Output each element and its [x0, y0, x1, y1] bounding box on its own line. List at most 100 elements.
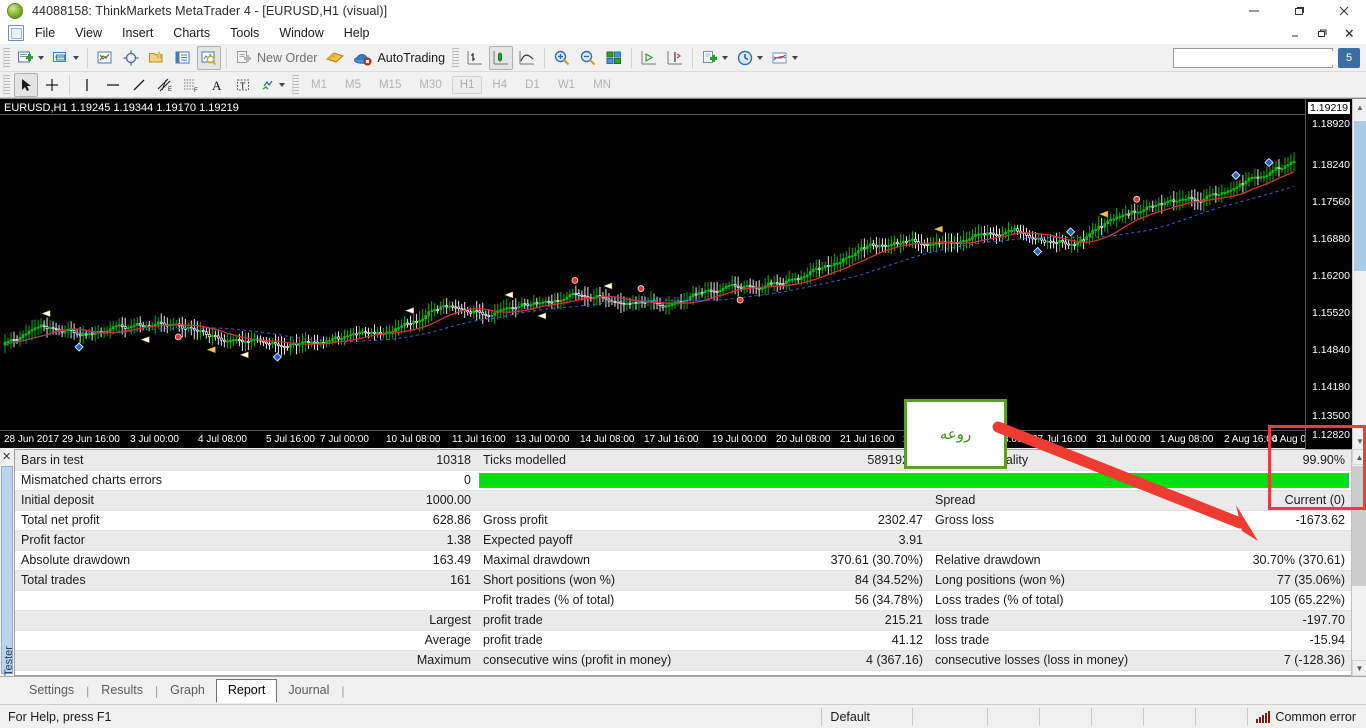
- chart-vertical-scrollbar[interactable]: ▲ ▼: [1352, 99, 1366, 449]
- maximize-button[interactable]: [1276, 0, 1321, 22]
- tab-results[interactable]: Results: [90, 679, 154, 702]
- menu-view[interactable]: View: [66, 24, 111, 42]
- periodicity-icon[interactable]: [733, 46, 766, 70]
- timeframe-m15[interactable]: M15: [371, 76, 409, 94]
- navigator-icon[interactable]: [119, 46, 143, 70]
- chevron-down-icon[interactable]: [38, 56, 44, 60]
- chevron-down-icon[interactable]: [757, 56, 763, 60]
- timeframe-m1[interactable]: M1: [303, 76, 335, 94]
- chevron-up-icon[interactable]: ▲: [1352, 449, 1366, 465]
- timeframe-w1[interactable]: W1: [550, 76, 583, 94]
- tester-tab-indicator[interactable]: Tester: [1, 466, 13, 674]
- mdi-restore-button[interactable]: [1309, 24, 1335, 42]
- line-chart-icon[interactable]: [515, 46, 539, 70]
- toolbar-grip-2[interactable]: [452, 48, 459, 68]
- horizontal-line-icon[interactable]: [101, 73, 125, 97]
- close-icon[interactable]: ✕: [2, 450, 11, 463]
- table-row[interactable]: Maximumconsecutive wins (profit in money…: [15, 650, 1351, 670]
- equidistant-channel-icon[interactable]: E: [153, 73, 177, 97]
- table-row[interactable]: Largestprofit trade215.21loss trade-197.…: [15, 610, 1351, 630]
- strategy-tester-icon[interactable]: [197, 46, 221, 70]
- report-value: 2302.47: [807, 510, 929, 530]
- fibonacci-icon[interactable]: F: [179, 73, 203, 97]
- terminal-icon[interactable]: [171, 46, 195, 70]
- table-row[interactable]: Profit trades (% of total)56 (34.78%)Los…: [15, 590, 1351, 610]
- auto-scroll-icon[interactable]: [637, 46, 661, 70]
- svg-text:T: T: [240, 81, 246, 91]
- zoom-in-icon[interactable]: [550, 46, 574, 70]
- cursor-icon[interactable]: [14, 73, 38, 97]
- report-value: 163.49: [385, 550, 477, 570]
- candlestick-chart-icon[interactable]: [489, 46, 513, 70]
- chevron-down-icon[interactable]: [279, 83, 285, 87]
- text-label-icon[interactable]: T: [231, 73, 255, 97]
- templates-icon[interactable]: [698, 46, 731, 70]
- timeframe-grip[interactable]: [292, 75, 299, 95]
- vertical-line-icon[interactable]: [75, 73, 99, 97]
- chevron-down-icon[interactable]: ▼: [1352, 660, 1366, 676]
- profiles-icon[interactable]: [49, 46, 82, 70]
- bar-chart-icon[interactable]: [463, 46, 487, 70]
- autotrading-button[interactable]: AutoTrading: [350, 46, 448, 70]
- chevron-down-icon[interactable]: [722, 56, 728, 60]
- chevron-up-icon[interactable]: ▲: [1353, 99, 1366, 115]
- menu-file[interactable]: File: [26, 24, 64, 42]
- tab-settings[interactable]: Settings: [18, 679, 85, 702]
- mdi-close-button[interactable]: [1336, 24, 1362, 42]
- new-chart-icon[interactable]: [14, 46, 47, 70]
- time-label: 13 Jul 00:00: [515, 434, 570, 445]
- report-scrollbar-thumb[interactable]: [1352, 466, 1366, 586]
- timeframe-m5[interactable]: M5: [337, 76, 369, 94]
- report-label: Initial deposit: [15, 490, 385, 510]
- table-row[interactable]: Averageprofit trade41.12loss trade-15.94: [15, 630, 1351, 650]
- time-label: 7 Jul 00:00: [320, 434, 369, 445]
- chevron-down-icon[interactable]: [73, 56, 79, 60]
- table-row[interactable]: Absolute drawdown163.49Maximal drawdown3…: [15, 550, 1351, 570]
- chevron-down-icon[interactable]: [792, 56, 798, 60]
- menu-insert[interactable]: Insert: [113, 24, 162, 42]
- report-label: [15, 610, 385, 630]
- zoom-out-icon[interactable]: [576, 46, 600, 70]
- time-label: 29 Jun 16:00: [62, 434, 120, 445]
- expert-advisors-icon[interactable]: [322, 46, 348, 70]
- menu-help[interactable]: Help: [335, 24, 379, 42]
- search-input[interactable]: [1174, 51, 1337, 65]
- trendline-icon[interactable]: [127, 73, 151, 97]
- scrollbar-thumb[interactable]: [1354, 121, 1366, 271]
- toolbar-grip[interactable]: [3, 48, 10, 68]
- search-box[interactable]: [1173, 48, 1333, 68]
- price-scale[interactable]: 1.19219 1.18920 1.18240 1.17560 1.16880 …: [1305, 99, 1352, 449]
- minimize-button[interactable]: [1231, 0, 1276, 22]
- shapes-icon[interactable]: [257, 73, 288, 97]
- status-connection[interactable]: Common error: [1248, 708, 1366, 726]
- report-value: 0: [385, 470, 477, 490]
- menu-charts[interactable]: Charts: [164, 24, 219, 42]
- data-window-icon[interactable]: [145, 46, 169, 70]
- menu-window[interactable]: Window: [270, 24, 332, 42]
- timeframe-mn[interactable]: MN: [585, 76, 619, 94]
- menu-tools[interactable]: Tools: [221, 24, 268, 42]
- indicators-icon[interactable]: [768, 46, 801, 70]
- table-row[interactable]: Total trades161Short positions (won %)84…: [15, 570, 1351, 590]
- timeframe-d1[interactable]: D1: [517, 76, 548, 94]
- timeframe-h4[interactable]: H4: [484, 76, 515, 94]
- timeframe-m30[interactable]: M30: [411, 76, 449, 94]
- market-watch-icon[interactable]: [93, 46, 117, 70]
- notification-badge[interactable]: 5: [1338, 48, 1360, 68]
- status-profile: Default: [821, 708, 913, 726]
- timeframe-h1[interactable]: H1: [452, 76, 483, 94]
- chart-shift-icon[interactable]: [663, 46, 687, 70]
- mdi-minimize-button[interactable]: [1282, 24, 1308, 42]
- tab-report[interactable]: Report: [216, 679, 278, 703]
- tab-journal[interactable]: Journal: [277, 679, 340, 702]
- chevron-down-icon[interactable]: ▼: [1353, 433, 1366, 449]
- drawing-toolbar-grip[interactable]: [3, 75, 10, 95]
- tile-windows-icon[interactable]: [602, 46, 626, 70]
- tab-graph[interactable]: Graph: [159, 679, 216, 702]
- close-button[interactable]: [1321, 0, 1366, 22]
- chart-area[interactable]: EURUSD,H1 1.19245 1.19344 1.19170 1.1921…: [0, 98, 1366, 448]
- crosshair-icon[interactable]: [40, 73, 64, 97]
- report-vertical-scrollbar[interactable]: ▲ ▼: [1351, 449, 1366, 676]
- text-icon[interactable]: A: [205, 73, 229, 97]
- new-order-button[interactable]: New Order: [232, 46, 320, 70]
